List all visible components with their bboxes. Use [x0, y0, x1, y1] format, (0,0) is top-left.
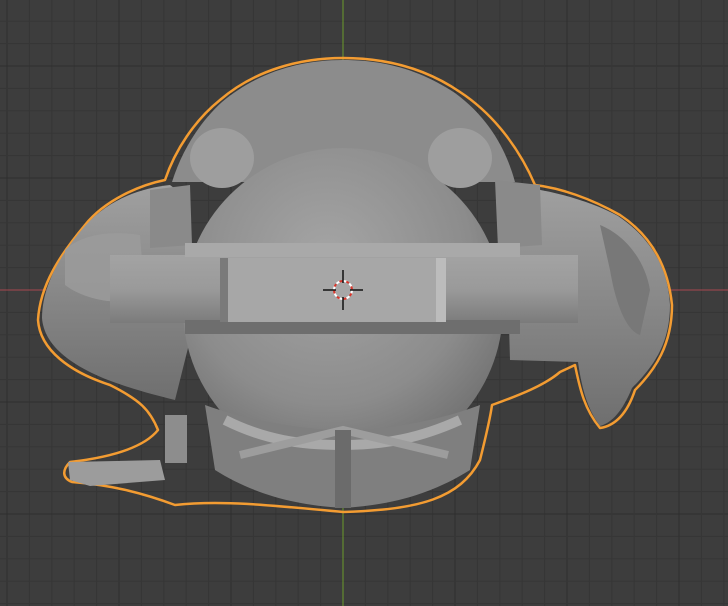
band-bottom-rim	[185, 320, 520, 334]
band-divider-left	[220, 258, 228, 322]
band-top-rim	[185, 243, 520, 257]
viewport-canvas[interactable]	[0, 0, 728, 606]
left-support-post	[165, 415, 187, 463]
mask-center-slot	[335, 430, 351, 508]
band-divider-right	[436, 258, 446, 322]
left-ear-knob	[190, 128, 254, 188]
left-handle	[150, 185, 192, 248]
right-ear-knob	[428, 128, 492, 188]
right-handle	[495, 180, 542, 248]
3d-viewport[interactable]	[0, 0, 728, 606]
